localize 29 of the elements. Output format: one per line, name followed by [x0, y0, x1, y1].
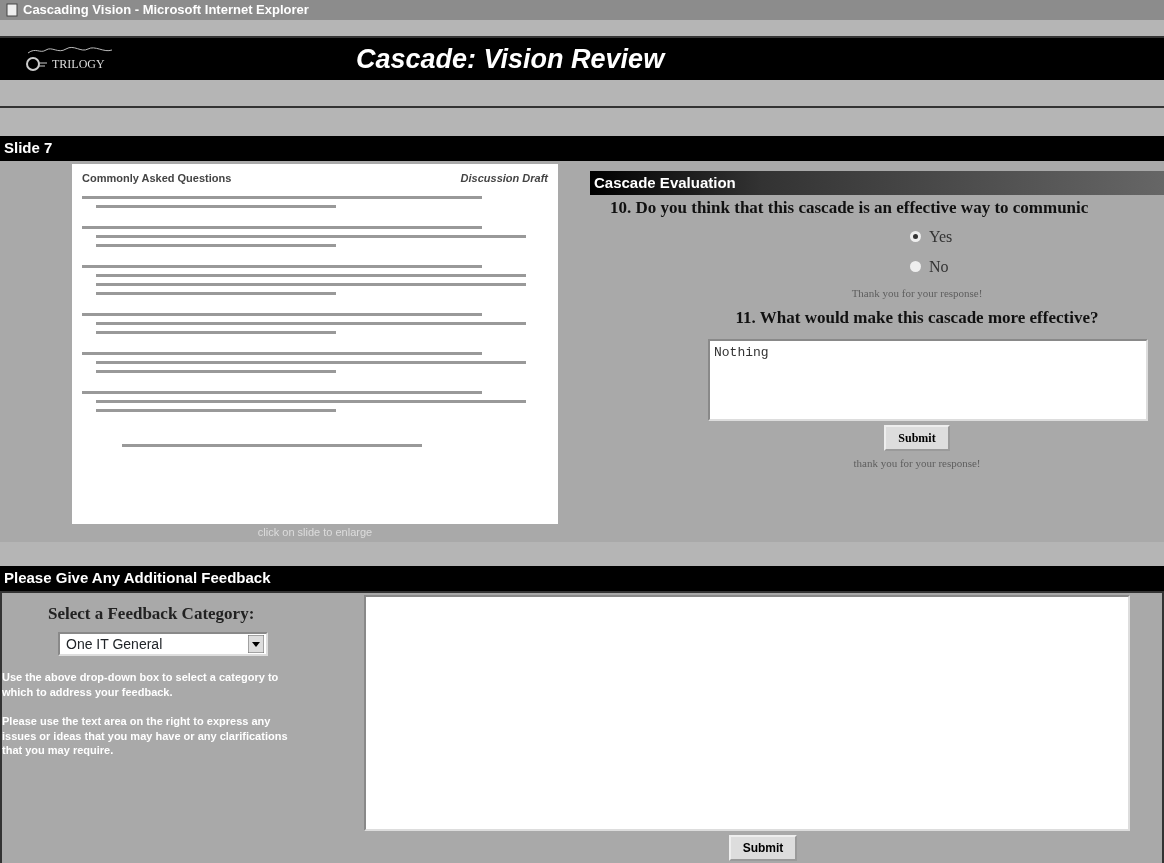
logo-icon [26, 56, 48, 71]
category-dropdown[interactable]: One IT General [58, 632, 268, 656]
feedback-heading: Please Give Any Additional Feedback [0, 566, 1164, 591]
slide-title: Commonly Asked Questions [82, 170, 232, 186]
question-text: 10. Do you think that this cascade is an effective way to communic [610, 197, 1090, 219]
submit-button[interactable]: Submit [884, 424, 950, 451]
category-label: Select a Feedback Category: [48, 602, 255, 625]
help-text: Please use the text area on the right to express any issues or ideas that you may have or any clarifications that you may require. [2, 713, 289, 759]
option-label: No [929, 256, 949, 277]
slide-tag: Discussion Draft [460, 169, 548, 186]
page-title: Cascade: Vision Review [356, 42, 665, 76]
section-heading: Slide 7 [0, 136, 1164, 161]
option-label: Yes [929, 226, 953, 247]
radio-button[interactable] [910, 261, 921, 272]
window-title: Cascading Vision - Microsoft Internet Explorer [23, 1, 309, 20]
help-text: Use the above drop-down box to select a category to which to address your feedback. [2, 670, 280, 700]
thank-you-note: thank you for your response! [852, 455, 982, 471]
slide-thumbnail[interactable]: Commonly Asked Questions Discussion Draft [72, 163, 558, 524]
question-text: 11. What would make this cascade more effective? [734, 307, 1100, 329]
browser-page-icon [6, 3, 18, 17]
radio-button[interactable] [910, 231, 921, 242]
dropdown-value: One IT General [66, 634, 163, 654]
submit-button[interactable]: Submit [728, 834, 798, 861]
evaluation-heading: Cascade Evaluation [590, 170, 1164, 195]
answer-box[interactable]: Nothing [708, 338, 1148, 421]
feedback-text-area[interactable] [364, 594, 1130, 831]
dropdown-arrow-icon [248, 635, 264, 653]
thank-you-note: Thank you for your response! [850, 285, 984, 301]
logo-text: TRILOGY [52, 55, 105, 73]
